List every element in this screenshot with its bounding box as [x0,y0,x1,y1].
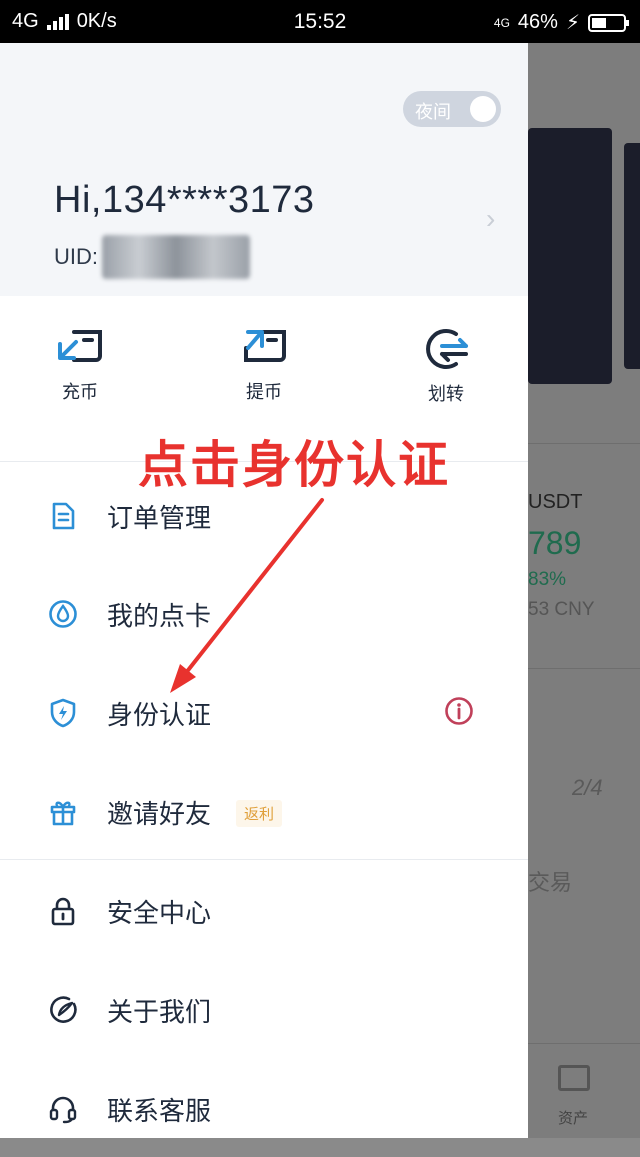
banner-image-next [624,143,640,369]
menu-label: 订单管理 [107,503,212,533]
assets-tab-label: 资产 [558,1110,589,1127]
toggle-knob [470,96,496,122]
market-price: 789 [528,525,582,561]
status-bar: 4G 0K/s 15:52 4G 46% ⚡ [0,0,640,43]
banner-image [528,128,612,384]
assets-tab-icon [558,1065,590,1091]
background-app[interactable]: USDT 789 83% 53 CNY 2/4 交易 资产 [528,43,640,1138]
tab-bar-divider [528,1043,640,1044]
divider [0,859,528,860]
order-icon [52,502,75,530]
headset-icon [49,1096,77,1124]
market-pair: USDT [528,491,583,513]
menu-label: 邀请好友 [107,799,212,829]
menu-label: 关于我们 [107,997,212,1027]
chevron-right-icon[interactable]: › [486,203,495,235]
shield-icon [50,698,76,728]
divider [528,668,640,669]
annotation-text: 点击身份认证 [138,436,450,494]
menu-item-about-us[interactable]: 关于我们 [0,960,528,1058]
withdraw-label: 提币 [246,382,282,402]
user-greeting: Hi,134****3173 [54,179,315,221]
menu-label: 我的点卡 [107,601,212,631]
menu-label: 身份认证 [107,700,212,730]
menu-item-identity-verification[interactable]: 身份认证 [0,663,528,761]
night-mode-toggle[interactable]: 夜间 [403,91,501,127]
menu-item-customer-service[interactable]: 联系客服 [0,1059,528,1157]
menu-item-security-center[interactable]: 安全中心 [0,861,528,959]
market-cny: 53 CNY [528,599,595,620]
market-change: 83% [528,569,567,590]
transfer-icon [426,329,468,369]
menu-item-invite-friends[interactable]: 邀请好友 返利 [0,762,528,860]
point-card-icon [49,600,77,628]
divider [528,443,640,444]
page-indicator: 2/4 [572,775,603,800]
uid-redacted [102,235,250,279]
rebate-badge: 返利 [236,800,283,827]
side-drawer: 夜间 Hi,134****3173 UID: › 充币 提币 划转 订单管理 我… [0,43,528,1138]
uid-label: UID: [54,244,98,269]
user-uid: UID: [54,235,250,279]
charging-icon: ⚡ [565,12,580,34]
battery-percent: 46% [517,11,558,33]
network-type-right: 4G [493,15,510,30]
gift-icon [50,801,76,826]
trade-link: 交易 [528,870,573,895]
info-icon [445,697,473,725]
transfer-label: 划转 [428,384,464,404]
battery-icon [588,13,629,32]
drawer-header[interactable]: 夜间 Hi,134****3173 UID: › [0,43,528,296]
lock-icon [51,897,75,926]
night-mode-label: 夜间 [415,102,451,122]
withdraw-button[interactable]: 提币 [204,326,324,404]
menu-label: 安全中心 [107,898,212,928]
transfer-button[interactable]: 划转 [386,326,506,406]
withdraw-icon [244,330,286,362]
deposit-button[interactable]: 充币 [20,326,140,404]
menu-label: 联系客服 [107,1096,212,1126]
menu-item-point-card[interactable]: 我的点卡 [0,564,528,662]
deposit-label: 充币 [62,382,98,402]
deposit-icon [58,330,102,362]
about-icon [50,996,77,1023]
